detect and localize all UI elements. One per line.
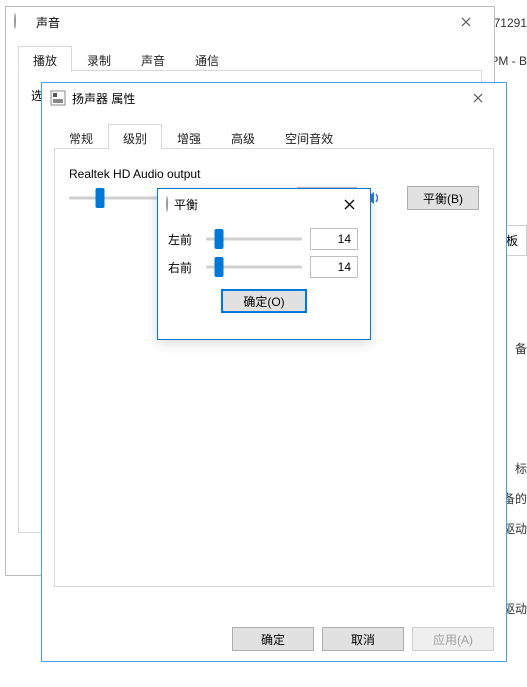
balance-icon (166, 197, 168, 211)
sound-icon (14, 14, 30, 30)
output-device-label: Realtek HD Audio output (69, 167, 479, 181)
props-cancel-button[interactable]: 取消 (322, 627, 404, 651)
balance-titlebar[interactable]: 平衡 (158, 189, 370, 219)
close-icon (461, 17, 471, 27)
props-tabstrip: 常规 级别 增强 高级 空间音效 (54, 123, 494, 149)
props-titlebar[interactable]: 扬声器 属性 (42, 83, 506, 113)
sound-tabstrip: 播放 录制 声音 通信 (18, 45, 482, 71)
props-footer: 确定 取消 应用(A) (232, 627, 494, 651)
speaker-app-icon (50, 90, 66, 106)
close-icon (473, 93, 483, 103)
tab-enhancements[interactable]: 增强 (162, 124, 216, 150)
balance-left-slider[interactable] (206, 226, 302, 252)
balance-left-row: 左前 14 (168, 225, 360, 253)
balance-right-row: 右前 14 (168, 253, 360, 281)
tab-sounds[interactable]: 声音 (126, 46, 180, 72)
balance-button[interactable]: 平衡(B) (407, 186, 479, 210)
sound-titlebar[interactable]: 声音 (6, 7, 494, 37)
props-title: 扬声器 属性 (72, 90, 458, 107)
tab-playback[interactable]: 播放 (18, 46, 72, 72)
balance-close-button[interactable] (334, 192, 364, 216)
balance-dialog: 平衡 左前 14 右前 14 确定(O) (157, 188, 371, 340)
props-close-button[interactable] (458, 87, 498, 109)
tab-advanced[interactable]: 高级 (216, 124, 270, 150)
balance-right-slider[interactable] (206, 254, 302, 280)
speaker-properties-dialog: 扬声器 属性 常规 级别 增强 高级 空间音效 Realtek HD Audio… (41, 82, 507, 662)
close-icon (344, 199, 355, 210)
balance-right-label: 右前 (168, 259, 198, 276)
balance-right-value[interactable]: 14 (310, 256, 358, 278)
balance-ok-button[interactable]: 确定(O) (221, 289, 307, 313)
balance-left-label: 左前 (168, 231, 198, 248)
bg-fragment-3: 备 (515, 340, 527, 357)
sound-title: 声音 (36, 14, 446, 31)
tab-spatial-sound[interactable]: 空间音效 (270, 124, 348, 150)
balance-left-value[interactable]: 14 (310, 228, 358, 250)
tab-communications[interactable]: 通信 (180, 46, 234, 72)
balance-title-text: 平衡 (174, 196, 334, 213)
props-ok-button[interactable]: 确定 (232, 627, 314, 651)
bg-fragment-4: 标 (515, 460, 527, 477)
props-apply-button: 应用(A) (412, 627, 494, 651)
sound-close-button[interactable] (446, 11, 486, 33)
tab-general[interactable]: 常规 (54, 124, 108, 150)
tab-recording[interactable]: 录制 (72, 46, 126, 72)
tab-levels[interactable]: 级别 (108, 124, 162, 150)
